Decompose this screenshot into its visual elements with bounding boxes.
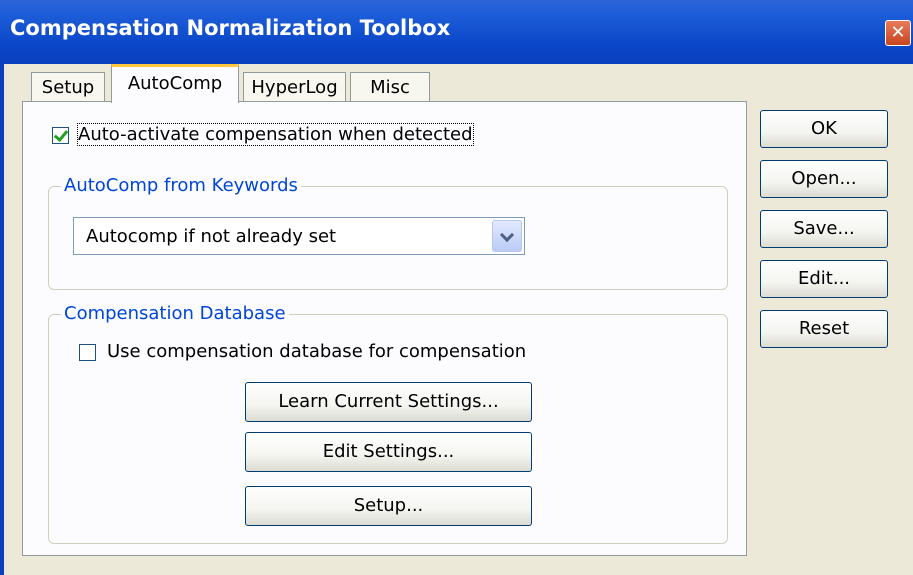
keywords-select-value: Autocomp if not already set: [86, 226, 337, 247]
open-label: Open...: [791, 168, 857, 189]
tab-hyperlog-label: HyperLog: [251, 77, 338, 98]
edit-settings-label: Edit Settings...: [322, 441, 455, 462]
save-label: Save...: [793, 218, 855, 239]
edit-settings-button[interactable]: Edit Settings...: [245, 432, 532, 472]
use-database-label[interactable]: Use compensation database for compensati…: [107, 341, 526, 362]
keywords-group-title: AutoComp from Keywords: [61, 175, 301, 196]
learn-current-settings-button[interactable]: Learn Current Settings...: [245, 382, 532, 422]
window-border: [0, 64, 4, 575]
auto-activate-label[interactable]: Auto-activate compensation when detected: [77, 123, 474, 146]
setup-button[interactable]: Setup...: [245, 486, 532, 526]
close-icon[interactable]: ✕: [885, 20, 911, 46]
ok-button[interactable]: OK: [760, 110, 888, 148]
tab-misc-label: Misc: [370, 77, 410, 98]
open-button[interactable]: Open...: [760, 160, 888, 198]
reset-label: Reset: [798, 318, 850, 339]
reset-button[interactable]: Reset: [760, 310, 888, 348]
keywords-select[interactable]: Autocomp if not already set: [73, 217, 525, 255]
tab-autocomp-label: AutoComp: [127, 73, 223, 94]
setup-label: Setup...: [353, 495, 424, 516]
tab-hyperlog[interactable]: HyperLog: [243, 72, 346, 102]
learn-current-settings-label: Learn Current Settings...: [278, 391, 499, 412]
database-group-title: Compensation Database: [61, 303, 289, 324]
tab-autocomp[interactable]: AutoComp: [111, 64, 239, 103]
use-database-checkbox[interactable]: [79, 344, 96, 361]
title-bar[interactable]: Compensation Normalization Toolbox ✕: [0, 0, 913, 64]
tab-setup-label: Setup: [41, 77, 95, 98]
window-title: Compensation Normalization Toolbox: [10, 16, 451, 40]
auto-activate-checkbox[interactable]: [52, 127, 69, 144]
chevron-down-icon[interactable]: [492, 220, 522, 252]
tab-setup[interactable]: Setup: [31, 72, 105, 102]
save-button[interactable]: Save...: [760, 210, 888, 248]
edit-label: Edit...: [797, 268, 851, 289]
tab-misc[interactable]: Misc: [350, 72, 430, 102]
edit-button[interactable]: Edit...: [760, 260, 888, 298]
ok-label: OK: [811, 118, 837, 139]
